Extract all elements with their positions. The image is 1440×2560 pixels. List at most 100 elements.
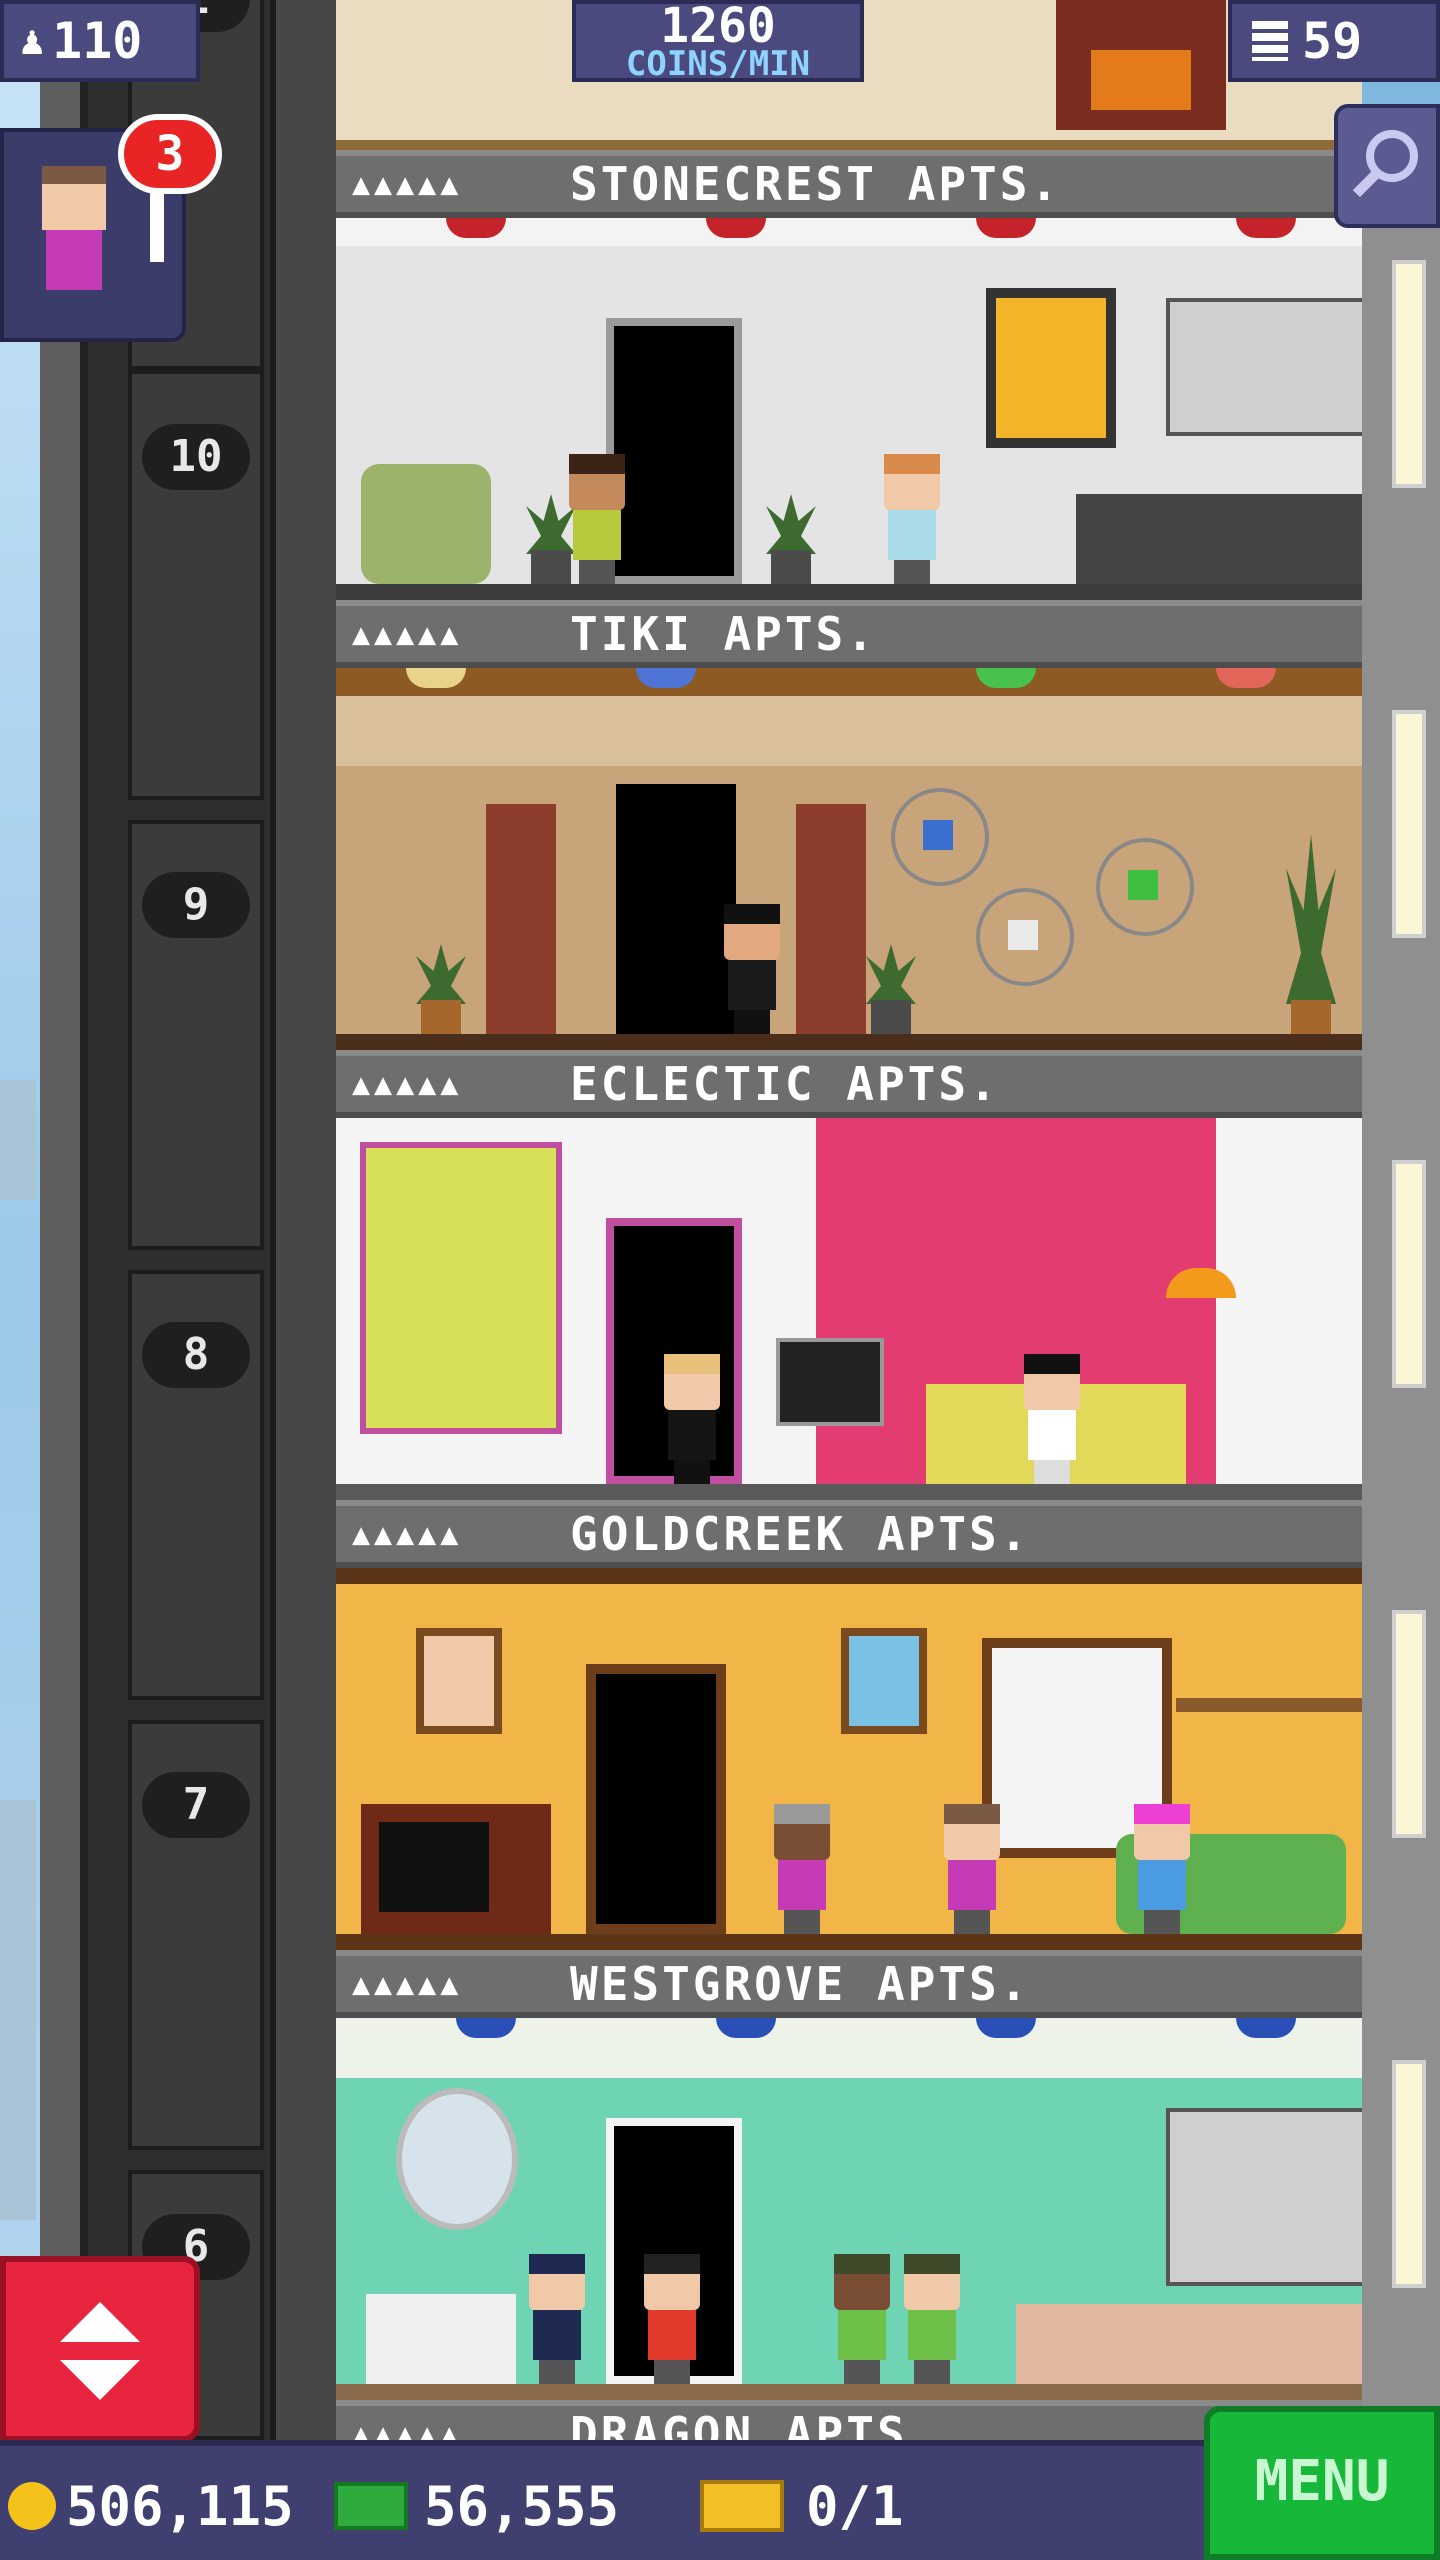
resident[interactable] [1126, 1804, 1196, 1934]
bird-cage [891, 788, 989, 886]
room-interior [336, 2018, 1362, 2400]
abstract-painting [360, 1142, 562, 1434]
floor-label-bar: ▲▲▲▲▲ ECLECTIC APTS. [336, 1050, 1362, 1118]
tickets-value: 0/1 [806, 2474, 904, 2538]
floor-number: 9 [142, 872, 250, 938]
floors-count-value: 59 [1302, 12, 1363, 70]
floor-name: STONECREST APTS. [570, 157, 1062, 211]
floor-stars: ▲▲▲▲▲ [352, 1066, 463, 1102]
potted-plant [766, 494, 816, 584]
armchair [361, 464, 491, 584]
floor-name: DRAGON APTS. [570, 2407, 939, 2440]
tiki-statue [796, 804, 866, 1034]
room-interior [336, 1118, 1362, 1500]
resident[interactable] [766, 1804, 836, 1934]
tower-window [1392, 260, 1426, 488]
floor-name: ECLECTIC APTS. [570, 1057, 1000, 1111]
visitor-avatar [34, 166, 114, 306]
distant-building [0, 1080, 36, 1200]
distant-building [0, 1800, 36, 2220]
kitchen-counter [1016, 2304, 1362, 2384]
kitchen-counter [1076, 494, 1362, 584]
floor-stars: ▲▲▲▲▲ [352, 616, 463, 652]
vanity-table [366, 2294, 516, 2384]
tower-window [1392, 1160, 1426, 1388]
floor-label-bar: ▲▲▲▲▲ GOLDCREEK APTS. [336, 1500, 1362, 1568]
floor-number: 8 [142, 1322, 250, 1388]
coins-display[interactable]: 506,115 [8, 2466, 294, 2546]
resident[interactable] [716, 904, 786, 1034]
retro-tv [361, 1804, 551, 1934]
shaft-rail-right [270, 0, 336, 2440]
resident[interactable] [936, 1804, 1006, 1934]
bux-display[interactable]: 56,555 [334, 2466, 619, 2546]
floor-label-bar: ▲▲▲▲▲ WESTGROVE APTS. [336, 1950, 1362, 2018]
tickets-display[interactable]: 0/1 [700, 2466, 904, 2546]
magnifier-button[interactable] [1334, 104, 1440, 228]
tower-window [1392, 710, 1426, 938]
elevator-arrows-icon [60, 2302, 140, 2402]
floor-goldcreek[interactable]: ▲▲▲▲▲ GOLDCREEK APTS. [336, 1500, 1362, 1950]
floor-stars: ▲▲▲▲▲ [352, 1966, 463, 2002]
coin-icon [8, 2482, 56, 2530]
ticket-icon [700, 2480, 784, 2532]
resident[interactable] [876, 454, 946, 584]
elevator-button[interactable] [0, 2256, 200, 2442]
floor-stars: ▲▲▲▲▲ [352, 2416, 463, 2441]
floor-stars: ▲▲▲▲▲ [352, 166, 463, 202]
tiki-statue [486, 804, 556, 1034]
population-value: 110 [52, 12, 143, 70]
kitchen-cabinets [1166, 298, 1362, 436]
room-interior [336, 218, 1362, 600]
resident[interactable] [656, 1354, 726, 1484]
room-interior [336, 1568, 1362, 1950]
floor-number: 10 [142, 424, 250, 490]
shaft-rail-left [40, 0, 88, 2440]
resident[interactable] [896, 2254, 966, 2384]
wall-painting [986, 288, 1116, 448]
exclamation-icon [150, 192, 164, 262]
person-icon: ♟ [20, 18, 45, 64]
bird-cage [976, 888, 1074, 986]
menu-button[interactable]: MENU [1204, 2406, 1440, 2560]
resident[interactable] [561, 454, 631, 584]
floors-grid-icon [1252, 21, 1288, 61]
resident[interactable] [521, 2254, 591, 2384]
tower-window [1392, 1610, 1426, 1838]
floor-eclectic[interactable]: ▲▲▲▲▲ ECLECTIC APTS. [336, 1050, 1362, 1500]
vanity-mirror [396, 2088, 518, 2230]
coins-rate-value: 1260 [660, 0, 776, 54]
floor-number: 7 [142, 1772, 250, 1838]
floor-label-bar: ▲▲▲▲▲ TIKI APTS. [336, 600, 1362, 668]
floor-name: TIKI APTS. [570, 607, 877, 661]
notification-badge: 3 [118, 114, 222, 194]
coins-value: 506,115 [66, 2474, 294, 2538]
room-interior [336, 668, 1362, 1050]
wall-shelf [1176, 1698, 1362, 1712]
tower-window [1392, 2060, 1426, 2288]
floor-name: GOLDCREEK APTS. [570, 1507, 1031, 1561]
bux-icon [334, 2482, 408, 2530]
apartment-door[interactable] [586, 1664, 726, 1934]
floor-westgrove[interactable]: ▲▲▲▲▲ WESTGROVE APTS. [336, 1950, 1362, 2400]
framed-portrait [416, 1628, 502, 1734]
floors-counter[interactable]: 59 [1228, 0, 1440, 82]
tv-stand [776, 1338, 884, 1426]
bux-value: 56,555 [424, 2474, 620, 2538]
floor-stonecrest[interactable]: ▲▲▲▲▲ STONECREST APTS. [336, 150, 1362, 600]
population-counter[interactable]: ♟ 110 [0, 0, 200, 82]
resident[interactable] [636, 2254, 706, 2384]
potted-plant [1286, 834, 1346, 1034]
floor-tiki[interactable]: ▲▲▲▲▲ TIKI APTS. [336, 600, 1362, 1050]
floor-stars: ▲▲▲▲▲ [352, 1516, 463, 1552]
resident[interactable] [826, 2254, 896, 2384]
coins-rate-panel[interactable]: 1260 COINS/MIN [572, 0, 864, 82]
resident[interactable] [1016, 1354, 1086, 1484]
floor-label-bar: ▲▲▲▲▲ STONECREST APTS. [336, 150, 1362, 218]
potted-plant [866, 944, 916, 1034]
framed-picture [841, 1628, 927, 1734]
kitchen-cabinets [1166, 2108, 1362, 2286]
coins-rate-unit: COINS/MIN [625, 44, 811, 84]
fireplace [1056, 0, 1226, 130]
floor-name: WESTGROVE APTS. [570, 1957, 1031, 2011]
